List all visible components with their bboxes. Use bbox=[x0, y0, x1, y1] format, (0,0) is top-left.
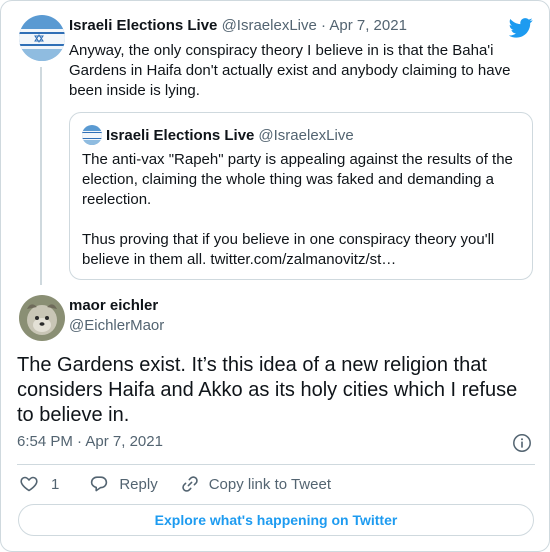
tweet-timestamp[interactable]: 6:54 PM · Apr 7, 2021 bbox=[17, 433, 163, 450]
speech-bubble-icon bbox=[91, 476, 108, 492]
twitter-bird-icon[interactable] bbox=[509, 15, 533, 39]
reply-tweet-header: Israeli Elections Live @IsraelexLive · A… bbox=[69, 17, 407, 34]
tweet-actions-bar: 1 Reply Copy link to Tweet bbox=[17, 474, 331, 494]
main-tweet-text: The Gardens exist. It’s this idea of a n… bbox=[17, 354, 518, 426]
main-author-name[interactable]: maor eichler bbox=[69, 297, 158, 314]
thread-connector-line bbox=[40, 67, 42, 285]
embedded-tweet-card: Israeli Elections Live @IsraelexLive · A… bbox=[0, 0, 550, 552]
like-button[interactable]: 1 bbox=[17, 474, 59, 494]
reply-tweet-text: Anyway, the only conspiracy theory I bel… bbox=[69, 42, 511, 99]
reply-button[interactable]: Reply bbox=[89, 474, 158, 494]
reply-author-name[interactable]: Israeli Elections Live bbox=[69, 17, 217, 34]
israel-flag-avatar-icon bbox=[19, 15, 65, 61]
copy-link-button[interactable]: Copy link to Tweet bbox=[180, 474, 331, 494]
actions-divider bbox=[17, 464, 535, 465]
heart-outline-icon bbox=[20, 476, 38, 492]
reply-date-separator: · bbox=[321, 17, 327, 34]
reply-author-handle[interactable]: @IsraelexLive bbox=[222, 17, 317, 34]
israeli-elections-avatar[interactable] bbox=[19, 15, 65, 61]
reply-date[interactable]: Apr 7, 2021 bbox=[329, 17, 407, 34]
link-icon bbox=[181, 476, 198, 492]
explore-twitter-button[interactable]: Explore what's happening on Twitter bbox=[18, 504, 534, 536]
quoted-author-avatar bbox=[82, 125, 102, 145]
quoted-tweet-header: Israeli Elections Live @IsraelexLive bbox=[82, 125, 354, 145]
like-count: 1 bbox=[51, 475, 60, 493]
tweet-time-separator: · bbox=[77, 433, 83, 450]
tweet-date[interactable]: Apr 7, 2021 bbox=[85, 433, 163, 450]
main-author-handle[interactable]: @EichlerMaor bbox=[69, 317, 164, 334]
info-circle-icon[interactable] bbox=[512, 433, 532, 453]
quoted-tweet-text: The anti-vax "Rapeh" party is appealing … bbox=[82, 151, 513, 268]
explore-label: Explore what's happening on Twitter bbox=[154, 512, 398, 528]
copy-link-label: Copy link to Tweet bbox=[208, 475, 331, 493]
quoted-author-handle: @IsraelexLive bbox=[258, 126, 354, 144]
dog-photo-avatar-icon bbox=[19, 295, 65, 341]
israel-flag-avatar-icon bbox=[82, 125, 102, 145]
quoted-author-name: Israeli Elections Live bbox=[106, 126, 255, 144]
tweet-time[interactable]: 6:54 PM bbox=[17, 433, 73, 450]
quoted-tweet[interactable]: Israeli Elections Live @IsraelexLive The… bbox=[69, 112, 533, 280]
maor-eichler-avatar[interactable] bbox=[19, 295, 65, 341]
reply-label: Reply bbox=[119, 475, 158, 493]
